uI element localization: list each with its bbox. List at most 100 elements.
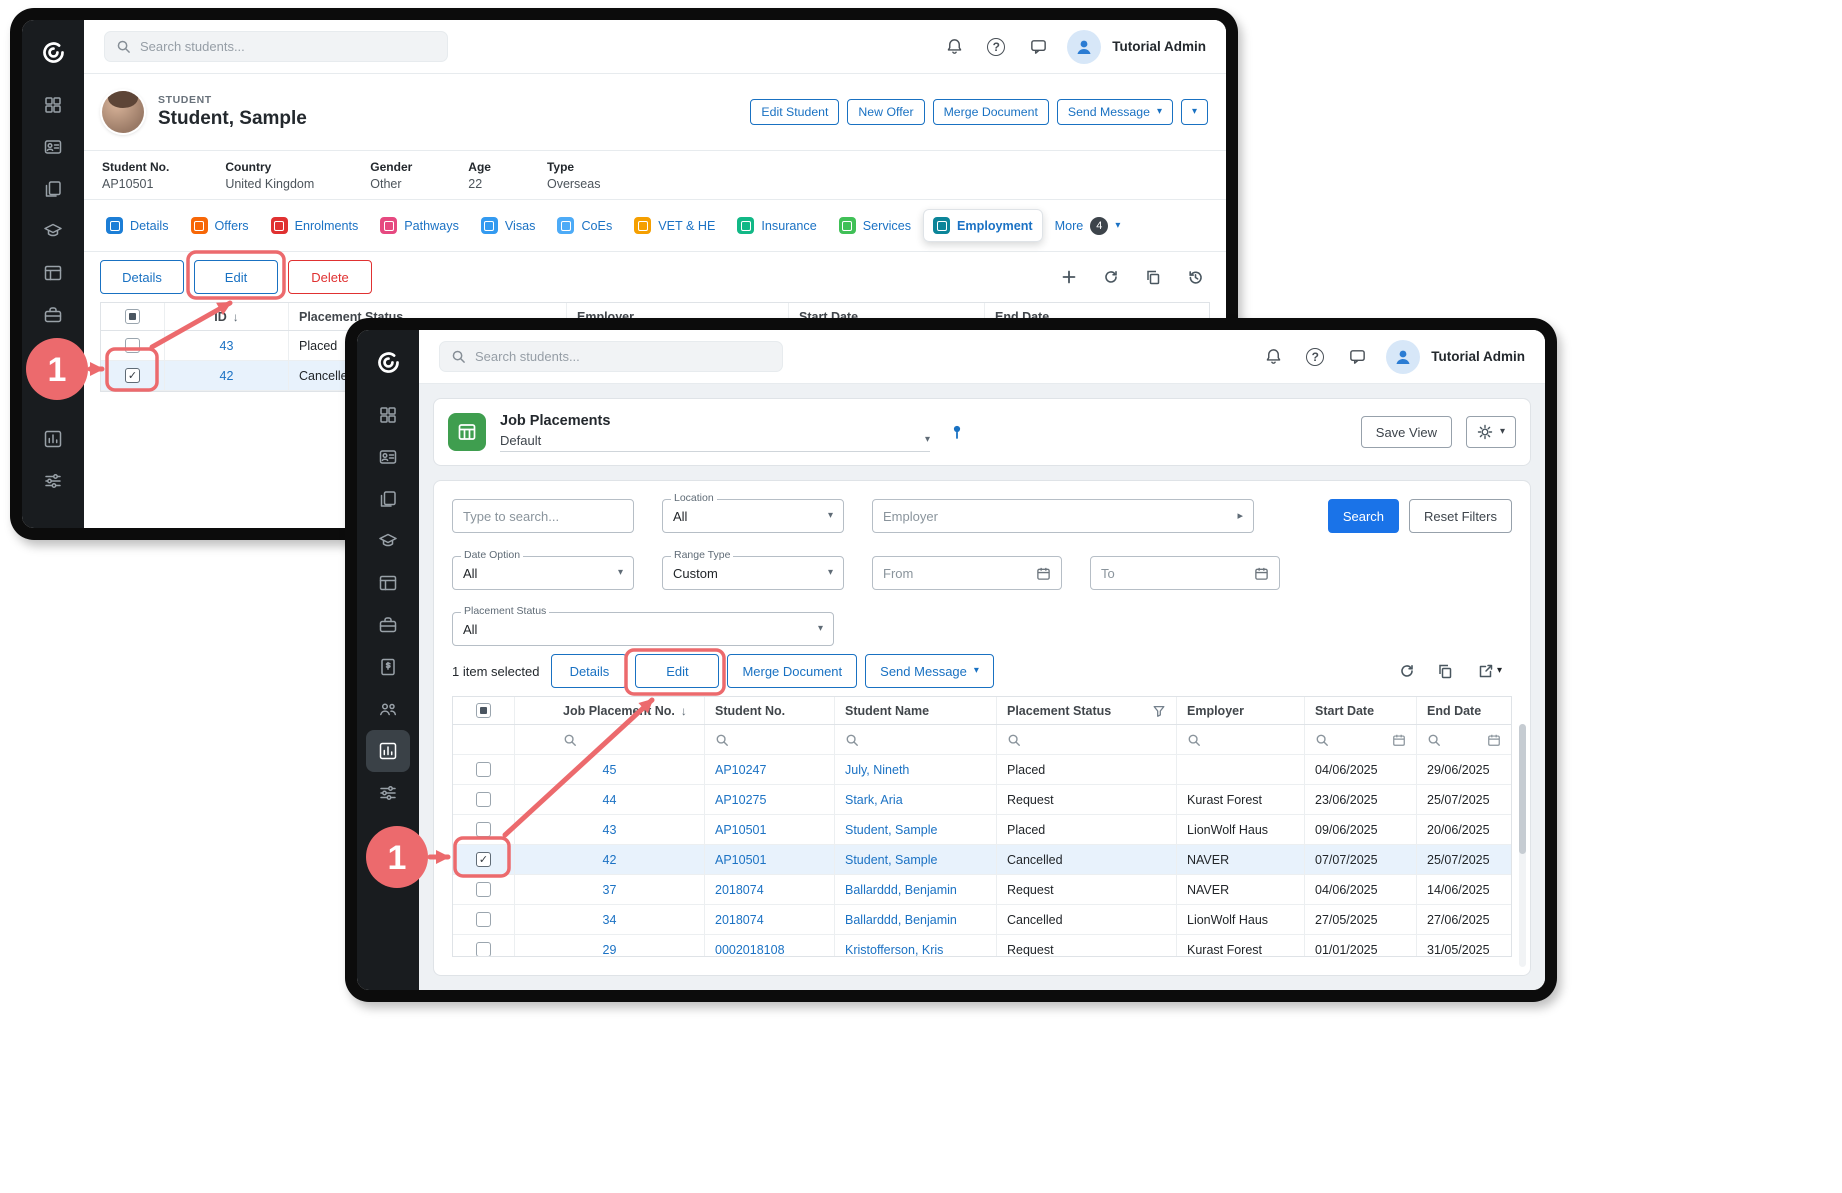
filter-funnel-icon[interactable] xyxy=(1152,704,1166,718)
select-all-checkbox[interactable] xyxy=(101,303,165,330)
help-icon[interactable]: ? xyxy=(1302,344,1328,370)
merge-document-button[interactable]: Merge Document xyxy=(933,99,1049,125)
sidebar-item-boards[interactable] xyxy=(31,252,75,294)
placement-no-link[interactable]: 37 xyxy=(515,875,705,904)
new-offer-button[interactable]: New Offer xyxy=(847,99,924,125)
placement-no-link[interactable]: 29 xyxy=(515,935,705,957)
row-checkbox[interactable] xyxy=(476,762,491,777)
details-button[interactable]: Details xyxy=(551,654,627,688)
filter-status[interactable] xyxy=(997,725,1177,754)
pin-view-icon[interactable] xyxy=(944,419,970,445)
edit-button[interactable]: Edit xyxy=(635,654,719,688)
edit-student-button[interactable]: Edit Student xyxy=(750,99,839,125)
search-input[interactable] xyxy=(140,39,436,54)
sidebar-item-settings[interactable] xyxy=(31,460,75,502)
app-logo-icon[interactable] xyxy=(370,344,406,380)
refresh-button[interactable] xyxy=(1392,656,1422,686)
search-input[interactable] xyxy=(475,349,771,364)
search-button[interactable]: Search xyxy=(1328,499,1399,533)
student-no-link[interactable]: AP10275 xyxy=(705,785,835,814)
sidebar-item-finance[interactable] xyxy=(366,646,410,688)
placement-status-select[interactable]: Placement Status All ▾ xyxy=(452,612,834,646)
placement-no-link[interactable]: 34 xyxy=(515,905,705,934)
tab-services[interactable]: Services xyxy=(829,209,921,242)
copy-button[interactable] xyxy=(1430,656,1460,686)
sidebar-item-employment[interactable] xyxy=(31,418,75,460)
table-row[interactable]: 44 AP10275 Stark, Aria Request Kurast Fo… xyxy=(453,785,1511,815)
select-all-checkbox[interactable] xyxy=(453,697,515,724)
row-checkbox[interactable] xyxy=(476,792,491,807)
tab-offers[interactable]: Offers xyxy=(181,209,259,242)
sidebar-item-community[interactable] xyxy=(366,688,410,730)
date-option-select[interactable]: Date Option All ▾ xyxy=(452,556,634,590)
student-search[interactable] xyxy=(439,341,783,372)
sidebar-item-boards[interactable] xyxy=(366,562,410,604)
sidebar-item-students[interactable] xyxy=(366,436,410,478)
chat-icon[interactable] xyxy=(1344,344,1370,370)
help-icon[interactable]: ? xyxy=(983,34,1009,60)
history-button[interactable] xyxy=(1180,262,1210,292)
vertical-scrollbar[interactable] xyxy=(1519,724,1526,967)
student-no-link[interactable]: 0002018108 xyxy=(705,935,835,957)
table-row[interactable]: 34 2018074 Ballarddd, Benjamin Cancelled… xyxy=(453,905,1511,935)
student-search[interactable] xyxy=(104,31,448,62)
filter-student-no[interactable] xyxy=(705,725,835,754)
student-name-link[interactable]: Ballarddd, Benjamin xyxy=(835,875,997,904)
tab-coes[interactable]: CoEs xyxy=(547,209,622,242)
from-date-input[interactable] xyxy=(872,556,1062,590)
tab-more[interactable]: More4▾ xyxy=(1045,209,1131,243)
column-header-status[interactable]: Placement Status xyxy=(997,697,1177,724)
sidebar-item-agents[interactable] xyxy=(366,604,410,646)
filter-placement-no[interactable] xyxy=(515,725,705,754)
student-name-link[interactable]: Kristofferson, Kris xyxy=(835,935,997,957)
sidebar-item-documents[interactable] xyxy=(366,478,410,520)
user-menu[interactable]: Tutorial Admin xyxy=(1386,340,1525,374)
view-settings-button[interactable]: ▾ xyxy=(1466,416,1516,448)
row-checkbox[interactable] xyxy=(476,942,491,957)
tab-vet-he[interactable]: VET & HE xyxy=(624,209,725,242)
row-checkbox[interactable] xyxy=(476,822,491,837)
placement-no-link[interactable]: 45 xyxy=(515,755,705,784)
column-header-student-no[interactable]: Student No. xyxy=(705,697,835,724)
table-row[interactable]: 37 2018074 Ballarddd, Benjamin Request N… xyxy=(453,875,1511,905)
placement-id-link[interactable]: 42 xyxy=(165,361,289,390)
column-header-id[interactable]: ID↓ xyxy=(165,303,289,330)
table-row[interactable]: 29 0002018108 Kristofferson, Kris Reques… xyxy=(453,935,1511,957)
add-button[interactable] xyxy=(1054,262,1084,292)
row-checkbox-checked[interactable] xyxy=(125,368,140,383)
send-message-button[interactable]: Send Message▾ xyxy=(865,654,994,688)
sidebar-item-documents[interactable] xyxy=(31,168,75,210)
row-checkbox[interactable] xyxy=(476,912,491,927)
student-name-link[interactable]: Stark, Aria xyxy=(835,785,997,814)
tab-pathways[interactable]: Pathways xyxy=(370,209,469,242)
export-button[interactable]: ▾ xyxy=(1468,656,1512,686)
merge-document-button[interactable]: Merge Document xyxy=(727,654,857,688)
tab-employment[interactable]: Employment xyxy=(923,209,1043,242)
sidebar-item-employment[interactable] xyxy=(366,730,410,772)
table-row-selected[interactable]: 42 AP10501 Student, Sample Cancelled NAV… xyxy=(453,845,1511,875)
student-no-link[interactable]: 2018074 xyxy=(705,875,835,904)
column-header-end[interactable]: End Date xyxy=(1417,697,1511,724)
reset-filters-button[interactable]: Reset Filters xyxy=(1409,499,1512,533)
student-name-link[interactable]: Student, Sample xyxy=(835,815,997,844)
placement-no-link[interactable]: 43 xyxy=(515,815,705,844)
placement-no-link[interactable]: 42 xyxy=(515,845,705,874)
location-select[interactable]: Location All ▾ xyxy=(662,499,844,533)
placement-no-link[interactable]: 44 xyxy=(515,785,705,814)
copy-button[interactable] xyxy=(1138,262,1168,292)
column-header-start[interactable]: Start Date xyxy=(1305,697,1417,724)
student-no-link[interactable]: AP10247 xyxy=(705,755,835,784)
placement-id-link[interactable]: 43 xyxy=(165,331,289,360)
student-name-link[interactable]: July, Nineth xyxy=(835,755,997,784)
column-header-student-name[interactable]: Student Name xyxy=(835,697,997,724)
sidebar-item-courses[interactable] xyxy=(31,210,75,252)
refresh-button[interactable] xyxy=(1096,262,1126,292)
sidebar-item-students[interactable] xyxy=(31,126,75,168)
row-checkbox[interactable] xyxy=(476,882,491,897)
delete-button[interactable]: Delete xyxy=(288,260,372,294)
save-view-button[interactable]: Save View xyxy=(1361,416,1452,448)
student-name-link[interactable]: Ballarddd, Benjamin xyxy=(835,905,997,934)
student-no-link[interactable]: 2018074 xyxy=(705,905,835,934)
row-checkbox[interactable] xyxy=(125,338,140,353)
app-logo-icon[interactable] xyxy=(35,34,71,70)
